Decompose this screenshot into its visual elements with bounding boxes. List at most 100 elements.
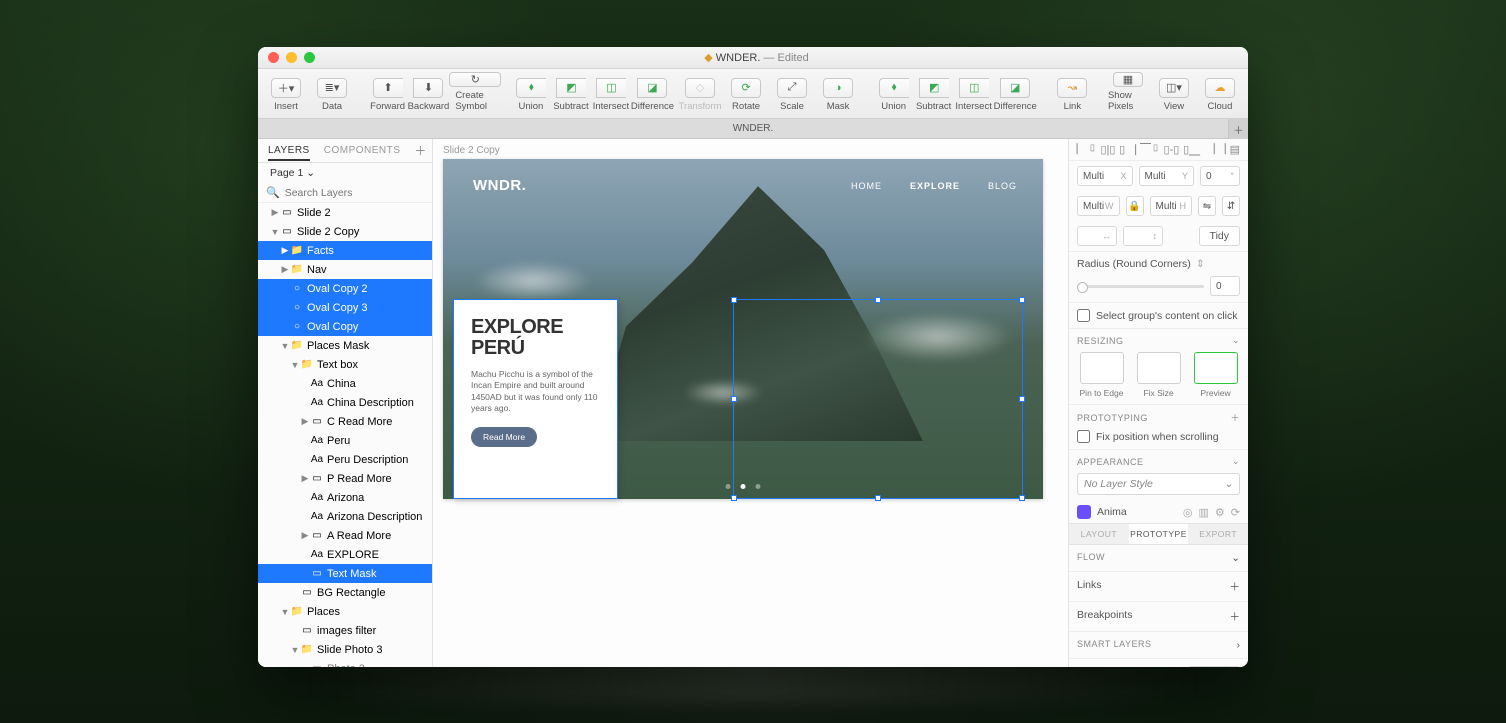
layer-row[interactable]: ▼📁Places Mask bbox=[258, 336, 432, 355]
tidy-button[interactable]: Tidy bbox=[1199, 226, 1240, 246]
fix-position-checkbox[interactable] bbox=[1077, 430, 1090, 443]
search-input[interactable] bbox=[285, 187, 424, 199]
layer-row-text-mask[interactable]: ▭Text Mask bbox=[258, 564, 432, 583]
align-left-icon[interactable]: ⎸▯ bbox=[1077, 143, 1097, 156]
forward-button[interactable]: ⬆Forward bbox=[368, 74, 408, 114]
intersect2-button[interactable]: ◫Intersect bbox=[954, 74, 994, 114]
subtract-button[interactable]: ◩Subtract bbox=[551, 74, 591, 114]
layer-row[interactable]: AaArizona bbox=[258, 488, 432, 507]
minimize-icon[interactable] bbox=[286, 52, 297, 63]
tab-doc[interactable]: WNDER. bbox=[733, 123, 774, 134]
union-button[interactable]: ⬧Union bbox=[511, 74, 551, 114]
layer-row[interactable]: ▼📁Text box bbox=[258, 355, 432, 374]
sync-icon[interactable]: ◎ bbox=[1183, 506, 1193, 519]
x-input[interactable]: MultiX bbox=[1077, 166, 1133, 186]
difference-button[interactable]: ◪Difference bbox=[631, 74, 674, 114]
create-button[interactable]: Create bbox=[1188, 666, 1240, 667]
subtab-prototype[interactable]: PROTOTYPE bbox=[1129, 524, 1189, 544]
page-selector[interactable]: Page 1 ⌄ bbox=[258, 163, 432, 183]
radius-value[interactable]: 0 bbox=[1210, 276, 1240, 296]
add-tab-button[interactable]: ＋ bbox=[1228, 119, 1248, 139]
resize-fix[interactable]: Fix Size bbox=[1134, 352, 1183, 398]
layer-row[interactable]: ▶▭C Read More bbox=[258, 412, 432, 431]
show-pixels-button[interactable]: ▦Show Pixels bbox=[1108, 74, 1148, 114]
chevron-down-icon[interactable]: ⌄ bbox=[1232, 456, 1240, 467]
layer-row[interactable]: AaPeru bbox=[258, 431, 432, 450]
panel-icon[interactable]: ▥ bbox=[1199, 506, 1209, 519]
layer-row[interactable]: ▶📁Nav bbox=[258, 260, 432, 279]
layer-row[interactable]: AaChina bbox=[258, 374, 432, 393]
zoom-icon[interactable] bbox=[304, 52, 315, 63]
layer-row-facts[interactable]: ▶📁Facts bbox=[258, 241, 432, 260]
difference2-button[interactable]: ◪Difference bbox=[994, 74, 1037, 114]
h-input[interactable]: MultiH bbox=[1150, 196, 1193, 216]
align-right-icon[interactable]: ▯⎹ bbox=[1119, 143, 1136, 157]
artboard-label[interactable]: Slide 2 Copy bbox=[443, 145, 500, 156]
lock-icon[interactable]: 🔒 bbox=[1126, 196, 1144, 216]
refresh-icon[interactable]: ⟳ bbox=[1231, 506, 1240, 519]
layer-row[interactable]: AaPeru Description bbox=[258, 450, 432, 469]
add-icon[interactable]: ＋ bbox=[1230, 609, 1241, 624]
layer-row[interactable]: ▼📁Slide Photo 3 bbox=[258, 640, 432, 659]
w-input[interactable]: MultiW bbox=[1077, 196, 1120, 216]
radius-mode-icon[interactable]: ⇕ bbox=[1196, 258, 1205, 270]
resize-pin[interactable]: Pin to Edge bbox=[1077, 352, 1126, 398]
subtab-layout[interactable]: LAYOUT bbox=[1069, 524, 1129, 544]
radius-slider[interactable] bbox=[1077, 285, 1204, 288]
add-icon[interactable]: ＋ bbox=[1230, 579, 1241, 594]
view-button[interactable]: ◫▾View bbox=[1154, 74, 1194, 114]
align-top-icon[interactable]: ⎺▯ bbox=[1140, 143, 1160, 156]
align-bottom-icon[interactable]: ▯⎽ bbox=[1183, 143, 1200, 157]
create-symbol-button[interactable]: ↻Create Symbol bbox=[455, 74, 495, 114]
union2-button[interactable]: ⬧Union bbox=[874, 74, 914, 114]
layer-row[interactable]: ▭BG Rectangle bbox=[258, 583, 432, 602]
layer-row[interactable]: AaArizona Description bbox=[258, 507, 432, 526]
gear-icon[interactable]: ⚙ bbox=[1215, 506, 1225, 519]
rotate-button[interactable]: ⟳Rotate bbox=[726, 74, 766, 114]
rotate-input[interactable]: 0° bbox=[1200, 166, 1240, 186]
layer-row[interactable]: ▼▭Slide 2 Copy bbox=[258, 222, 432, 241]
link-button[interactable]: ↝Link bbox=[1052, 74, 1092, 114]
gap-h-input[interactable]: ↔ bbox=[1077, 226, 1117, 246]
align-center-h-icon[interactable]: ▯|▯ bbox=[1100, 143, 1115, 156]
layer-row[interactable]: AaEXPLORE bbox=[258, 545, 432, 564]
flip-h-icon[interactable]: ⇋ bbox=[1198, 196, 1216, 216]
mask-button[interactable]: ◑Mask bbox=[818, 74, 858, 114]
chevron-right-icon[interactable]: › bbox=[1237, 639, 1241, 651]
y-input[interactable]: MultiY bbox=[1139, 166, 1195, 186]
subtab-export[interactable]: EXPORT bbox=[1188, 524, 1248, 544]
layer-row[interactable]: ○Oval Copy 3 bbox=[258, 298, 432, 317]
layer-row[interactable]: ○Oval Copy 2 bbox=[258, 279, 432, 298]
intersect-button[interactable]: ◫Intersect bbox=[591, 74, 631, 114]
layer-row[interactable]: ▼📁Places bbox=[258, 602, 432, 621]
add-icon[interactable]: ＋ bbox=[1230, 411, 1240, 424]
tab-layers[interactable]: LAYERS bbox=[268, 145, 310, 161]
resize-preview[interactable]: Preview bbox=[1191, 352, 1240, 398]
distribute-v-icon[interactable]: ▤ bbox=[1230, 143, 1240, 156]
chevron-down-icon[interactable]: ⌄ bbox=[1232, 335, 1240, 346]
chevron-down-icon[interactable]: ⌄ bbox=[1231, 552, 1240, 564]
tab-components[interactable]: COMPONENTS bbox=[324, 145, 401, 156]
subtract2-button[interactable]: ◩Subtract bbox=[914, 74, 954, 114]
layer-style-select[interactable]: No Layer Style⌄ bbox=[1077, 473, 1240, 495]
layer-row[interactable]: ▶▭P Read More bbox=[258, 469, 432, 488]
close-icon[interactable] bbox=[268, 52, 279, 63]
select-content-checkbox[interactable] bbox=[1077, 309, 1090, 322]
align-middle-icon[interactable]: ▯-▯ bbox=[1164, 143, 1180, 156]
gap-v-input[interactable]: ↕ bbox=[1123, 226, 1163, 246]
layer-row[interactable]: ○Oval Copy bbox=[258, 317, 432, 336]
backward-button[interactable]: ⬇Backward bbox=[408, 74, 450, 114]
canvas[interactable]: Slide 2 Copy WNDR. HOME EXPLORE BLOG EXP… bbox=[433, 139, 1068, 667]
scale-button[interactable]: ⤢Scale bbox=[772, 74, 812, 114]
layer-row[interactable]: ▶▭Slide 2 bbox=[258, 203, 432, 222]
distribute-h-icon[interactable]: ⎹⎹ bbox=[1204, 143, 1226, 156]
layer-row[interactable]: ▶▭A Read More bbox=[258, 526, 432, 545]
insert-button[interactable]: ＋▾Insert bbox=[266, 74, 306, 114]
data-button[interactable]: ≣▾Data bbox=[312, 74, 352, 114]
layer-row[interactable]: AaChina Description bbox=[258, 393, 432, 412]
flip-v-icon[interactable]: ⇵ bbox=[1222, 196, 1240, 216]
cloud-button[interactable]: ☁Cloud bbox=[1200, 74, 1240, 114]
layer-row[interactable]: ▭Photo 3 bbox=[258, 659, 432, 667]
add-layer-icon[interactable]: ＋ bbox=[414, 142, 426, 159]
layer-row[interactable]: ▭images filter bbox=[258, 621, 432, 640]
